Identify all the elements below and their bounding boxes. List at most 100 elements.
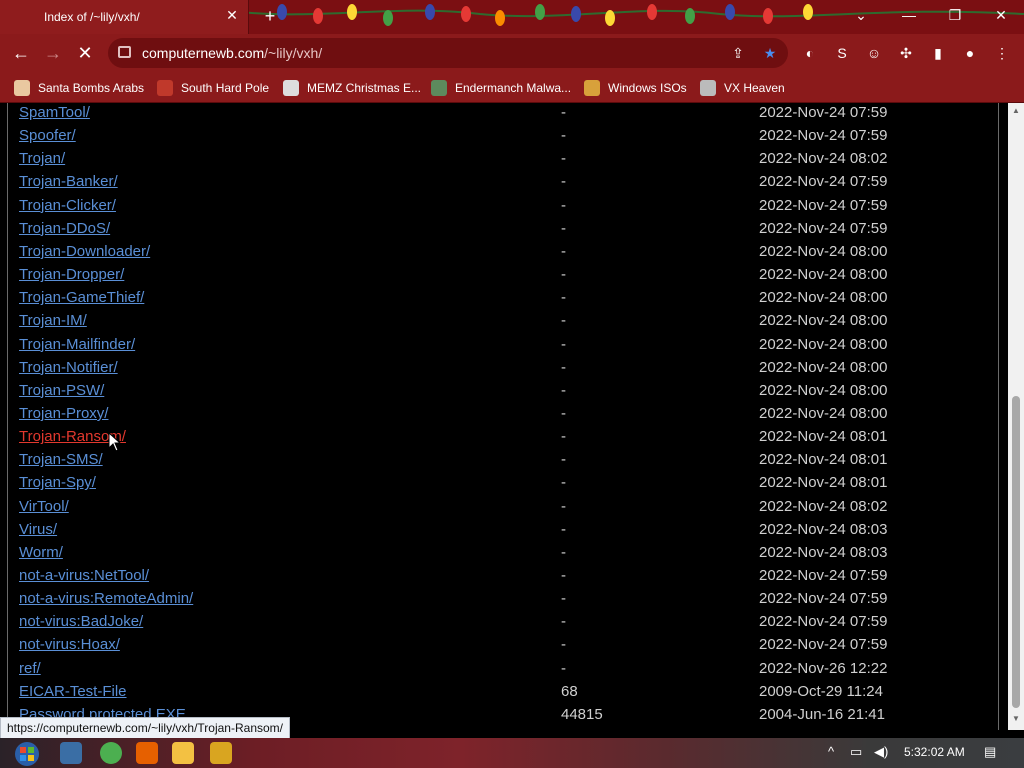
listing-row: Trojan-Dropper/ - 2022-Nov-24 08:00	[0, 263, 1008, 286]
lock-icon	[118, 46, 131, 58]
listing-row: Trojan-Spy/ - 2022-Nov-24 08:01	[0, 471, 1008, 494]
show-hidden-icons-icon[interactable]: ^	[828, 744, 834, 759]
tab-title: Index of /~lily/vxh/	[44, 10, 140, 24]
volume-icon[interactable]: ◀)	[874, 744, 888, 760]
file-link[interactable]: Spoofer/	[19, 124, 76, 147]
listing-row: Trojan-DDoS/ - 2022-Nov-24 07:59	[0, 217, 1008, 240]
listing-row: Trojan-IM/ - 2022-Nov-24 08:00	[0, 309, 1008, 332]
file-size: -	[561, 150, 566, 168]
chrome-icon[interactable]	[100, 742, 122, 764]
bookmark-1[interactable]: South Hard Pole	[157, 76, 269, 98]
file-link[interactable]: not-a-virus:RemoteAdmin/	[19, 587, 193, 610]
bookmark-3[interactable]: Endermanch Malwa...	[431, 76, 571, 98]
file-size: -	[561, 497, 566, 515]
santa-icon	[14, 79, 30, 96]
file-link[interactable]: Trojan-Mailfinder/	[19, 333, 135, 356]
file-link[interactable]: Trojan-Clicker/	[19, 194, 116, 217]
skull-icon	[700, 79, 716, 96]
file-link[interactable]: Trojan-IM/	[19, 309, 87, 332]
file-date: 2022-Nov-24 07:59	[759, 173, 888, 191]
bookmark-label: South Hard Pole	[181, 80, 270, 95]
new-tab-button[interactable]: +	[260, 6, 280, 26]
extension-s-icon[interactable]: S	[832, 43, 852, 63]
app-icon[interactable]	[210, 742, 232, 764]
file-size: -	[561, 613, 566, 631]
file-size: -	[561, 543, 566, 561]
file-link[interactable]: Worm/	[19, 541, 63, 564]
bookmark-5[interactable]: VX Heaven	[700, 76, 785, 98]
menu-icon[interactable]: ⋮	[992, 43, 1012, 63]
file-date: 2022-Nov-24 08:03	[759, 543, 888, 561]
network-icon[interactable]: ▭	[850, 744, 862, 760]
scrollbar-thumb[interactable]	[1012, 396, 1020, 708]
minimize-icon[interactable]: —	[886, 0, 932, 30]
file-link[interactable]: EICAR-Test-File	[19, 680, 127, 703]
snowflake-icon	[157, 79, 173, 96]
file-link[interactable]: Trojan-Banker/	[19, 170, 118, 193]
file-link[interactable]: VirTool/	[19, 495, 69, 518]
listing-row: not-virus:Hoax/ - 2022-Nov-24 07:59	[0, 633, 1008, 656]
listing-row: ref/ - 2022-Nov-26 12:22	[0, 657, 1008, 680]
file-link[interactable]: Trojan-Downloader/	[19, 240, 150, 263]
file-link[interactable]: Trojan-GameThief/	[19, 286, 144, 309]
scrollbar[interactable]: ▲ ▼	[1008, 103, 1024, 730]
file-link[interactable]: Trojan-PSW/	[19, 379, 104, 402]
side-panel-icon[interactable]: ▮	[928, 43, 948, 63]
share-icon[interactable]: ⇪	[728, 43, 748, 63]
file-date: 2022-Nov-24 07:59	[759, 590, 888, 608]
task-view-icon[interactable]	[60, 742, 82, 764]
file-link[interactable]: Virus/	[19, 518, 57, 541]
file-link[interactable]: Trojan-Notifier/	[19, 356, 118, 379]
file-link[interactable]: not-virus:BadJoke/	[19, 610, 143, 633]
listing-row: Trojan-GameThief/ - 2022-Nov-24 08:00	[0, 286, 1008, 309]
active-tab[interactable]: Index of /~lily/vxh/ ✕	[0, 0, 249, 34]
bookmark-4[interactable]: Windows ISOs	[584, 76, 687, 98]
bookmark-star-icon[interactable]: ★	[760, 43, 780, 63]
clock[interactable]: 5:32:02 AM	[904, 745, 965, 759]
extensions-puzzle-icon[interactable]: ✣	[896, 43, 916, 63]
file-link[interactable]: Trojan-Proxy/	[19, 402, 108, 425]
bookmark-label: VX Heaven	[724, 80, 785, 95]
tab-search-icon[interactable]: ⌄	[838, 0, 884, 30]
address-bar[interactable]: computernewb.com/~lily/vxh/ ⇪ ★	[108, 38, 788, 68]
listing-row: Trojan-Notifier/ - 2022-Nov-24 08:00	[0, 356, 1008, 379]
firefox-icon[interactable]	[136, 742, 158, 764]
extension-flag-icon[interactable]: ◐	[800, 43, 820, 63]
file-size: -	[561, 173, 566, 191]
profile-icon[interactable]: ●	[960, 43, 980, 63]
file-link[interactable]: SpamTool/	[19, 103, 90, 124]
bookmark-0[interactable]: Santa Bombs Arabs	[14, 76, 144, 98]
file-date: 2022-Nov-24 07:59	[759, 567, 888, 584]
file-link[interactable]: ref/	[19, 657, 41, 680]
memz-icon	[283, 79, 299, 96]
file-link[interactable]: not-virus:Hoax/	[19, 633, 120, 656]
file-date: 2022-Nov-24 08:00	[759, 381, 888, 399]
file-explorer-icon[interactable]	[172, 742, 194, 764]
file-date: 2022-Nov-24 08:01	[759, 451, 888, 469]
notifications-icon[interactable]: ▤	[984, 744, 996, 760]
tab-close-icon[interactable]: ✕	[224, 7, 240, 23]
file-size: -	[561, 335, 566, 353]
forward-icon[interactable]: →	[42, 42, 64, 64]
file-link[interactable]: Trojan-SMS/	[19, 448, 103, 471]
bookmark-label: Endermanch Malwa...	[455, 80, 572, 95]
file-link[interactable]: Trojan-DDoS/	[19, 217, 110, 240]
start-windows-icon[interactable]	[8, 740, 46, 766]
scroll-down-icon[interactable]: ▼	[1012, 715, 1020, 723]
scroll-up-icon[interactable]: ▲	[1012, 107, 1020, 115]
stop-loading-icon[interactable]: ✕	[74, 42, 96, 64]
file-date: 2022-Nov-24 08:00	[759, 312, 888, 330]
file-size: -	[561, 659, 566, 677]
bookmark-2[interactable]: MEMZ Christmas E...	[283, 76, 421, 98]
file-date: 2022-Nov-24 08:00	[759, 266, 888, 284]
extension-avatar-icon[interactable]: ☺	[864, 43, 884, 63]
restore-icon[interactable]: ❐	[932, 0, 978, 30]
file-link[interactable]: Trojan-Spy/	[19, 471, 96, 494]
file-link[interactable]: Trojan-Dropper/	[19, 263, 124, 286]
close-window-icon[interactable]: ✕	[978, 0, 1024, 30]
file-date: 2022-Nov-24 08:00	[759, 358, 888, 376]
file-size: -	[561, 104, 566, 121]
file-link[interactable]: not-a-virus:NetTool/	[19, 564, 149, 587]
file-link[interactable]: Trojan/	[19, 147, 65, 170]
back-icon[interactable]: ←	[10, 42, 32, 64]
